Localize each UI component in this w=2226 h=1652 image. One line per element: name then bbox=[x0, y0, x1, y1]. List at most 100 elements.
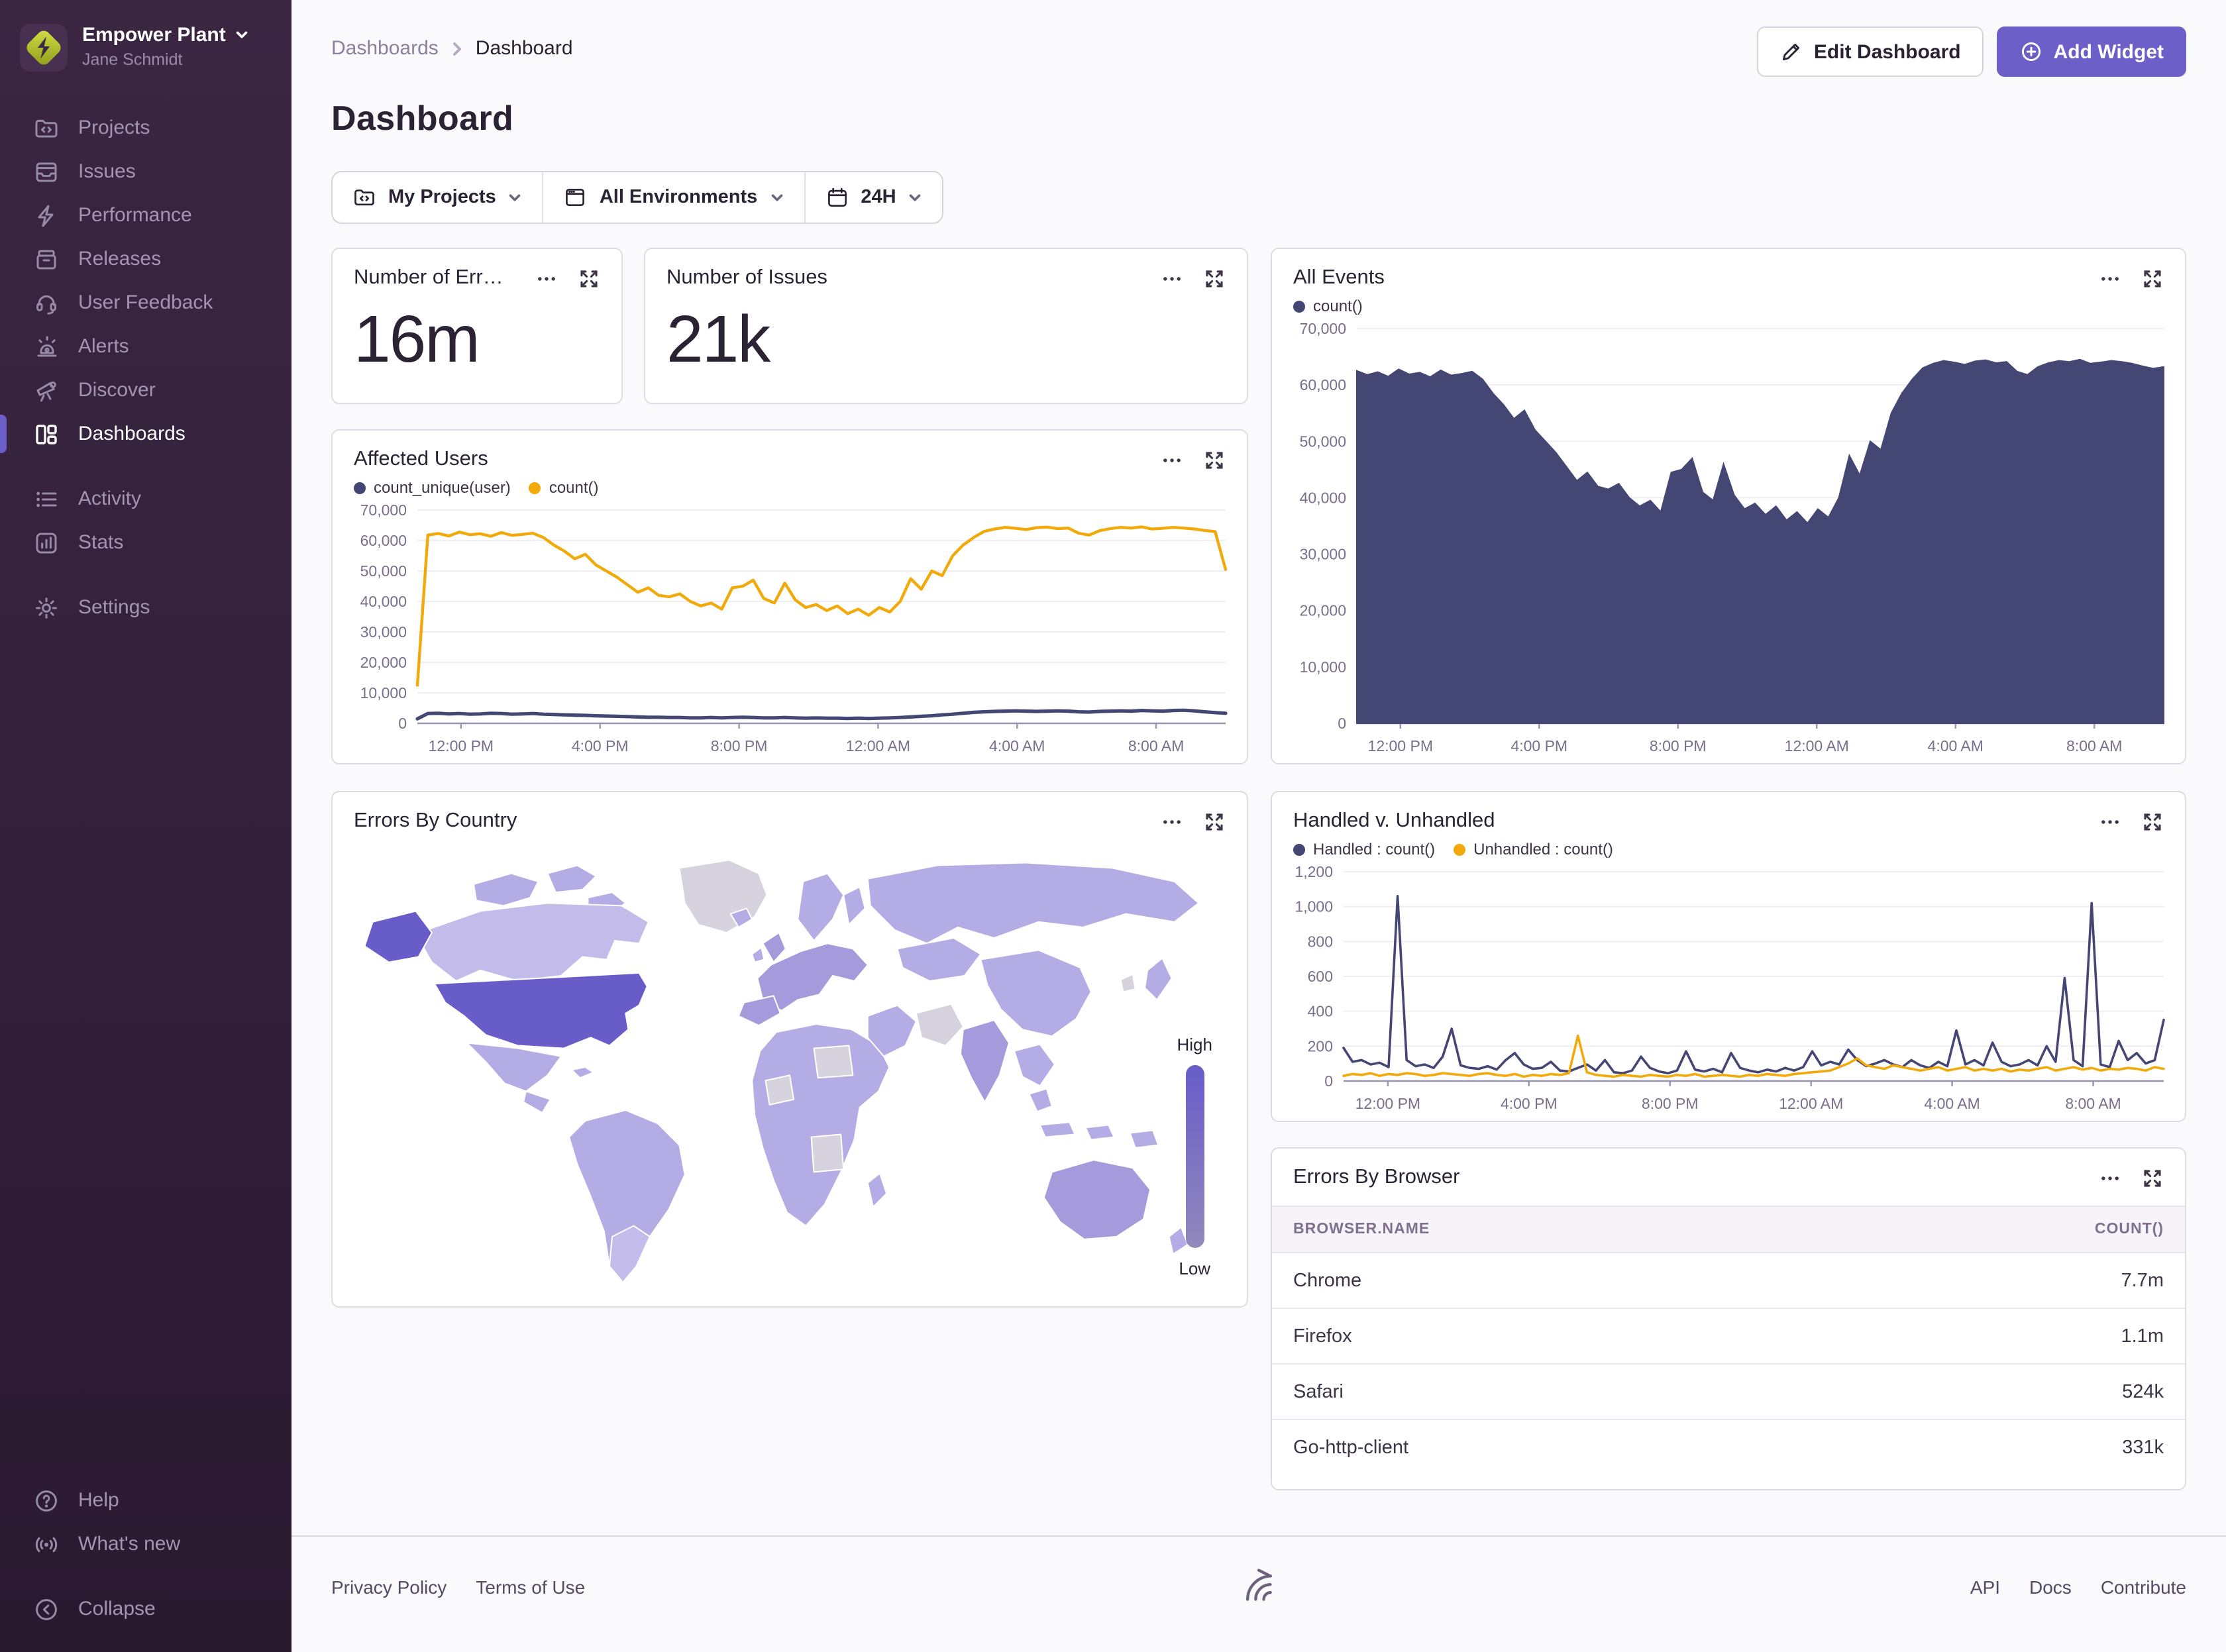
sidebar-item-alerts[interactable]: Alerts bbox=[0, 325, 292, 368]
legend-high-label: High bbox=[1177, 1035, 1213, 1055]
sidebar-item-discover[interactable]: Discover bbox=[0, 368, 292, 412]
sidebar-item-stats[interactable]: Stats bbox=[0, 521, 292, 564]
sidebar-item-dashboards[interactable]: Dashboards bbox=[0, 412, 292, 456]
legend-count-unique-user[interactable]: count_unique(user) bbox=[354, 478, 511, 497]
releases-icon bbox=[33, 246, 60, 272]
svg-text:70,000: 70,000 bbox=[360, 501, 407, 519]
sidebar-item-label: Dashboards bbox=[78, 423, 186, 445]
legend-label: Handled : count() bbox=[1313, 840, 1435, 858]
svg-text:40,000: 40,000 bbox=[360, 593, 407, 610]
chart-legend: count() bbox=[1272, 290, 2185, 315]
folder-code-icon bbox=[352, 185, 376, 209]
api-link[interactable]: API bbox=[1970, 1576, 2000, 1598]
widget-menu-icon[interactable] bbox=[1161, 448, 1183, 471]
org-name: Empower Plant bbox=[82, 24, 226, 46]
table-header: BROWSER.NAME COUNT() bbox=[1272, 1206, 2185, 1253]
country-libya bbox=[814, 1046, 853, 1078]
widget-menu-icon[interactable] bbox=[1161, 267, 1183, 289]
browser-name-cell: Chrome bbox=[1293, 1270, 1361, 1291]
svg-text:4:00 AM: 4:00 AM bbox=[1924, 1095, 1980, 1112]
table-row: Chrome 7.7m bbox=[1272, 1253, 2185, 1309]
widget-errors-by-country: Errors By Country bbox=[331, 791, 1248, 1308]
expand-icon[interactable] bbox=[578, 267, 600, 289]
privacy-policy-link[interactable]: Privacy Policy bbox=[331, 1576, 447, 1598]
stats-icon bbox=[33, 529, 60, 556]
filter-bar: My Projects All Environments 24H bbox=[331, 171, 944, 224]
widget-title: Handled v. Unhandled bbox=[1293, 809, 1495, 833]
environments-filter[interactable]: All Environments bbox=[544, 172, 804, 223]
browser-name-cell: Firefox bbox=[1293, 1325, 1352, 1347]
sidebar-item-issues[interactable]: Issues bbox=[0, 150, 292, 193]
expand-icon[interactable] bbox=[1203, 810, 1226, 833]
sidebar-item-label: Releases bbox=[78, 248, 161, 270]
svg-text:60,000: 60,000 bbox=[360, 532, 407, 549]
country-canadian-islands bbox=[474, 874, 538, 906]
widget-menu-icon[interactable] bbox=[2099, 1166, 2121, 1189]
legend-label: count() bbox=[1313, 297, 1363, 315]
sidebar-item-whats-new[interactable]: What's new bbox=[0, 1522, 292, 1566]
widget-menu-icon[interactable] bbox=[535, 267, 558, 289]
svg-text:8:00 PM: 8:00 PM bbox=[711, 737, 768, 754]
widget-title: Number of Err… bbox=[354, 266, 504, 290]
svg-text:20,000: 20,000 bbox=[1300, 602, 1346, 619]
svg-text:4:00 PM: 4:00 PM bbox=[572, 737, 629, 754]
edit-dashboard-button[interactable]: Edit Dashboard bbox=[1757, 26, 1984, 77]
sidebar-item-label: Alerts bbox=[78, 335, 129, 358]
country-madagascar bbox=[868, 1173, 886, 1207]
legend-gradient-bar bbox=[1185, 1065, 1204, 1248]
widget-handled-unhandled: Handled v. Unhandled Handled : count() bbox=[1271, 791, 2186, 1122]
country-usa bbox=[435, 973, 647, 1049]
legend-count[interactable]: count() bbox=[1293, 297, 1363, 315]
legend-dot bbox=[1454, 843, 1465, 855]
sidebar-item-activity[interactable]: Activity bbox=[0, 477, 292, 521]
svg-text:4:00 PM: 4:00 PM bbox=[1510, 737, 1567, 754]
expand-icon[interactable] bbox=[1203, 267, 1226, 289]
expand-icon[interactable] bbox=[2141, 810, 2164, 833]
breadcrumb-dashboards-link[interactable]: Dashboards bbox=[331, 37, 439, 60]
svg-text:800: 800 bbox=[1308, 933, 1333, 950]
svg-text:400: 400 bbox=[1308, 1003, 1333, 1020]
legend-unhandled[interactable]: Unhandled : count() bbox=[1454, 840, 1613, 858]
sidebar-item-collapse[interactable]: Collapse bbox=[0, 1587, 292, 1631]
expand-icon[interactable] bbox=[2141, 1166, 2164, 1189]
sidebar-item-releases[interactable]: Releases bbox=[0, 237, 292, 281]
docs-link[interactable]: Docs bbox=[2029, 1576, 2072, 1598]
svg-text:4:00 AM: 4:00 AM bbox=[1928, 737, 1984, 754]
widget-menu-icon[interactable] bbox=[2099, 267, 2121, 289]
sidebar-item-user-feedback[interactable]: User Feedback bbox=[0, 281, 292, 325]
add-widget-button[interactable]: Add Widget bbox=[1997, 26, 2186, 77]
terms-of-use-link[interactable]: Terms of Use bbox=[476, 1576, 585, 1598]
breadcrumb-current: Dashboard bbox=[476, 37, 573, 60]
sidebar-item-performance[interactable]: Performance bbox=[0, 193, 292, 237]
svg-text:200: 200 bbox=[1308, 1037, 1333, 1055]
sidebar-item-help[interactable]: Help bbox=[0, 1478, 292, 1522]
widget-title: Affected Users bbox=[354, 448, 488, 472]
sidebar-item-label: Issues bbox=[78, 160, 136, 183]
projects-filter[interactable]: My Projects bbox=[333, 172, 543, 223]
expand-icon[interactable] bbox=[2141, 267, 2164, 289]
svg-text:40,000: 40,000 bbox=[1300, 489, 1346, 506]
sidebar-item-label: Stats bbox=[78, 531, 123, 554]
sidebar-item-settings[interactable]: Settings bbox=[0, 586, 292, 629]
sidebar-item-projects[interactable]: Projects bbox=[0, 106, 292, 150]
sentry-logo-icon bbox=[1236, 1566, 1281, 1606]
svg-text:12:00 AM: 12:00 AM bbox=[1785, 737, 1849, 754]
browser-name-cell: Go-http-client bbox=[1293, 1437, 1408, 1458]
expand-icon[interactable] bbox=[1203, 448, 1226, 471]
time-range-filter[interactable]: 24H bbox=[805, 172, 942, 223]
contribute-link[interactable]: Contribute bbox=[2101, 1576, 2186, 1598]
country-central-america bbox=[523, 1092, 551, 1113]
legend-dot bbox=[529, 482, 541, 493]
legend-handled[interactable]: Handled : count() bbox=[1293, 840, 1435, 858]
widget-menu-icon[interactable] bbox=[1161, 810, 1183, 833]
legend-count[interactable]: count() bbox=[529, 478, 599, 497]
widget-number-of-errors: Number of Err… 16m bbox=[331, 248, 623, 404]
projects-icon bbox=[33, 115, 60, 141]
widget-menu-icon[interactable] bbox=[2099, 810, 2121, 833]
svg-text:10,000: 10,000 bbox=[1300, 658, 1346, 676]
chevron-down-icon bbox=[769, 190, 784, 205]
collapse-icon bbox=[33, 1596, 60, 1622]
country-iran bbox=[916, 1004, 963, 1046]
time-range-label: 24H bbox=[861, 187, 896, 208]
org-switcher[interactable]: Empower Plant Jane Schmidt bbox=[0, 0, 292, 72]
